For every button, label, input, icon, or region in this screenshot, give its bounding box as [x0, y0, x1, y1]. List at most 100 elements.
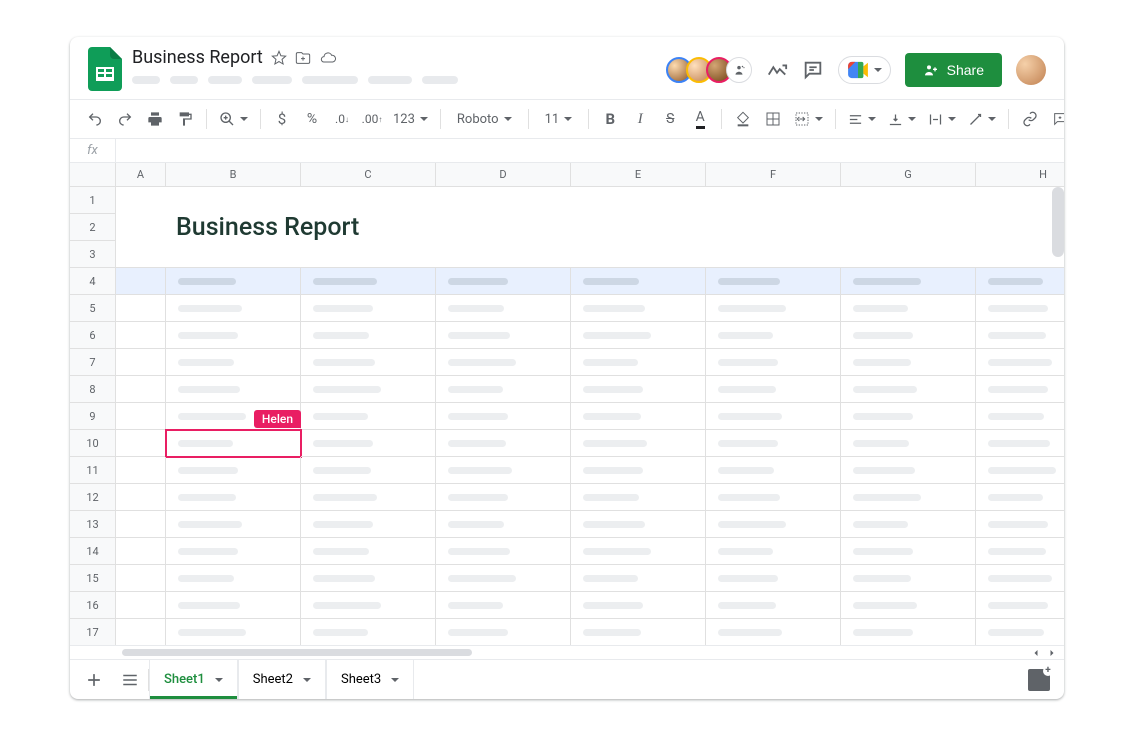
cell[interactable]	[571, 565, 706, 592]
increase-decimal-button[interactable]: .00↑	[359, 104, 385, 134]
cell[interactable]	[436, 565, 571, 592]
cell[interactable]	[571, 268, 706, 295]
cell[interactable]	[436, 376, 571, 403]
cell[interactable]	[976, 187, 1064, 214]
cell[interactable]	[301, 592, 436, 619]
cell[interactable]	[706, 565, 841, 592]
row-header[interactable]: 5	[70, 295, 116, 322]
cell[interactable]	[841, 565, 976, 592]
all-sheets-button[interactable]	[112, 662, 148, 698]
scroll-right-icon[interactable]	[1046, 647, 1058, 659]
cell[interactable]	[976, 565, 1064, 592]
cell[interactable]	[116, 268, 166, 295]
select-all-corner[interactable]	[70, 163, 116, 187]
row-header[interactable]: 17	[70, 619, 116, 645]
cell[interactable]	[706, 457, 841, 484]
cloud-status-icon[interactable]	[319, 50, 337, 66]
cell[interactable]	[841, 457, 976, 484]
cell[interactable]	[571, 619, 706, 645]
share-button[interactable]: Share	[905, 53, 1002, 87]
cell[interactable]	[706, 349, 841, 376]
cell[interactable]	[301, 538, 436, 565]
cell[interactable]	[706, 511, 841, 538]
row-header[interactable]: 13	[70, 511, 116, 538]
menu-bar[interactable]	[132, 76, 458, 84]
cell[interactable]	[841, 403, 976, 430]
cell[interactable]	[976, 619, 1064, 645]
cell[interactable]	[301, 295, 436, 322]
cell[interactable]	[116, 187, 166, 214]
cell[interactable]	[301, 403, 436, 430]
cell[interactable]	[571, 187, 706, 214]
cell[interactable]	[166, 295, 301, 322]
cell[interactable]	[116, 565, 166, 592]
cell[interactable]	[976, 511, 1064, 538]
cell[interactable]	[976, 241, 1064, 268]
print-button[interactable]	[142, 104, 168, 134]
cell[interactable]	[571, 592, 706, 619]
cell[interactable]: Business Report	[166, 214, 301, 241]
cell[interactable]	[116, 619, 166, 645]
row-header[interactable]: 6	[70, 322, 116, 349]
cell[interactable]	[116, 376, 166, 403]
column-header[interactable]: G	[841, 163, 976, 187]
sheet-tab[interactable]: Sheet2	[238, 660, 326, 699]
cell[interactable]	[116, 241, 166, 268]
sheet-tab[interactable]: Sheet3	[326, 660, 414, 699]
cell[interactable]	[706, 376, 841, 403]
add-sheet-button[interactable]	[76, 662, 112, 698]
cell[interactable]	[706, 268, 841, 295]
cell[interactable]	[571, 457, 706, 484]
cell[interactable]	[116, 430, 166, 457]
cell[interactable]	[301, 322, 436, 349]
cell[interactable]	[841, 295, 976, 322]
star-icon[interactable]	[271, 50, 287, 66]
column-header[interactable]: D	[436, 163, 571, 187]
cell[interactable]	[706, 403, 841, 430]
cell[interactable]	[706, 187, 841, 214]
cell[interactable]	[301, 565, 436, 592]
row-header[interactable]: 12	[70, 484, 116, 511]
cell[interactable]	[116, 538, 166, 565]
cell[interactable]	[706, 295, 841, 322]
cell[interactable]	[706, 430, 841, 457]
cell[interactable]	[841, 241, 976, 268]
cell[interactable]	[436, 214, 571, 241]
cell[interactable]	[571, 241, 706, 268]
cell[interactable]	[166, 592, 301, 619]
cell[interactable]	[301, 619, 436, 645]
scroll-left-icon[interactable]	[1030, 647, 1042, 659]
cell[interactable]	[436, 619, 571, 645]
fill-color-button[interactable]	[730, 104, 756, 134]
cell[interactable]	[571, 376, 706, 403]
cell[interactable]	[706, 592, 841, 619]
cell[interactable]	[116, 295, 166, 322]
cell[interactable]	[571, 322, 706, 349]
row-header[interactable]: 11	[70, 457, 116, 484]
undo-button[interactable]	[82, 104, 108, 134]
cell[interactable]	[436, 349, 571, 376]
cell[interactable]	[571, 430, 706, 457]
cell[interactable]	[976, 457, 1064, 484]
cell[interactable]	[976, 538, 1064, 565]
column-header[interactable]: E	[571, 163, 706, 187]
anonymous-avatar[interactable]	[726, 57, 752, 83]
cell[interactable]	[116, 403, 166, 430]
cell[interactable]	[706, 538, 841, 565]
cell[interactable]	[571, 403, 706, 430]
cell[interactable]	[706, 241, 841, 268]
cell[interactable]	[976, 592, 1064, 619]
merge-button[interactable]	[790, 111, 827, 127]
horizontal-scrollbar-thumb[interactable]	[122, 649, 472, 656]
cell[interactable]	[436, 592, 571, 619]
cell[interactable]	[706, 484, 841, 511]
strikethrough-button[interactable]: S	[657, 104, 683, 134]
activity-icon[interactable]	[766, 59, 788, 81]
cell[interactable]	[841, 484, 976, 511]
row-header[interactable]: 7	[70, 349, 116, 376]
cell[interactable]	[841, 592, 976, 619]
cell[interactable]	[166, 322, 301, 349]
column-header[interactable]: B	[166, 163, 301, 187]
cell[interactable]	[436, 322, 571, 349]
cell[interactable]	[841, 430, 976, 457]
